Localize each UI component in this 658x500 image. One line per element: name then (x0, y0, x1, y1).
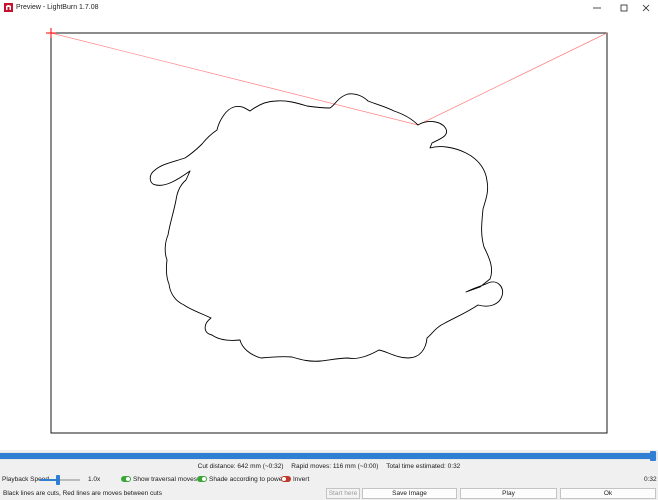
shade-power-label: Shade according to power (209, 476, 285, 483)
legend-hint: Black lines are cuts, Red lines are move… (3, 490, 162, 497)
show-traversal-toggle[interactable] (121, 476, 131, 482)
rapid-move-line (417, 32, 608, 126)
maximize-button[interactable] (612, 0, 636, 15)
work-area-border (50, 32, 608, 434)
total-time: Total time estimated: 0:32 (386, 463, 461, 470)
save-image-button[interactable]: Save Image (362, 488, 457, 499)
playback-speed-handle[interactable] (56, 475, 60, 485)
window-title: Preview - LightBurn 1.7.08 (16, 4, 99, 11)
start-here-button[interactable]: Start here (326, 488, 360, 499)
status-row: Black lines are cuts, Red lines are move… (0, 487, 658, 500)
elapsed-time: 0:32 (644, 476, 657, 483)
minimize-icon (593, 7, 601, 8)
playback-progress-handle[interactable] (650, 451, 656, 461)
preview-controls: Playback Speed 1.0x Show traversal moves… (0, 474, 658, 485)
cut-path (149, 93, 504, 362)
close-button[interactable] (634, 0, 658, 15)
preview-viewport[interactable] (0, 15, 658, 450)
playback-progress-fill (0, 453, 650, 459)
rapid-move-line (50, 32, 419, 126)
lightburn-icon (4, 3, 13, 12)
invert-toggle[interactable] (281, 476, 291, 482)
shade-power-toggle[interactable] (197, 476, 207, 482)
cut-distance: Cut distance: 642 mm (~0:32) (197, 463, 284, 470)
title-bar: Preview - LightBurn 1.7.08 (0, 0, 658, 15)
job-stats: Cut distance: 642 mm (~0:32) Rapid moves… (0, 463, 658, 471)
close-icon (642, 4, 650, 11)
maximize-icon (620, 4, 628, 11)
origin-marker (46, 28, 56, 38)
play-button[interactable]: Play (460, 488, 557, 499)
invert-label: Invert (293, 476, 310, 483)
preview-canvas (46, 28, 608, 434)
minimize-button[interactable] (585, 0, 609, 15)
show-traversal-label: Show traversal moves (133, 476, 197, 483)
ok-button[interactable]: Ok (560, 488, 656, 499)
playback-speed-value: 1.0x (88, 476, 101, 483)
rapid-moves: Rapid moves: 116 mm (~0:00) (291, 463, 379, 470)
